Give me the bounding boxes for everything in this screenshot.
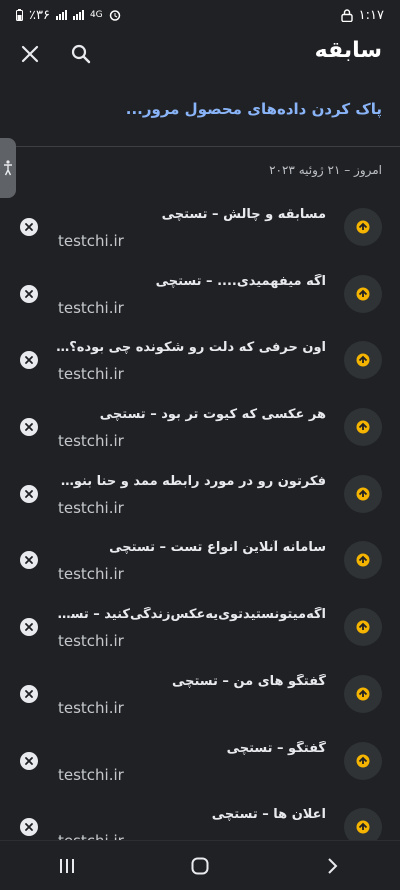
- signal-icon-2: [72, 10, 84, 20]
- history-item[interactable]: اون حرفی که دلت رو شکونده چی بوده؟ – ت..…: [0, 323, 400, 390]
- testchi-logo-icon: [356, 353, 370, 367]
- accessibility-icon: [4, 160, 12, 176]
- battery-icon: [16, 9, 23, 21]
- search-button[interactable]: [61, 34, 101, 74]
- site-favicon: [344, 674, 382, 713]
- chevron-right-icon: [328, 857, 338, 874]
- testchi-logo-icon: [356, 553, 370, 567]
- history-item[interactable]: هر عکسی که کیوت تر بود – تستچی testchi.ir: [0, 390, 400, 457]
- system-nav-bar: [0, 840, 400, 890]
- history-item-title: سامانه آنلاین انواع تست – تستچی: [109, 540, 326, 556]
- history-item[interactable]: سامانه آنلاین انواع تست – تستچی testchi.i…: [0, 523, 400, 590]
- close-button[interactable]: [10, 34, 50, 74]
- remove-item-button[interactable]: [20, 218, 38, 236]
- history-item-url: testchi.ir: [58, 298, 124, 317]
- history-item-title: هر عکسی که کیوت تر بود – تستچی: [99, 407, 326, 423]
- status-right: ۱:۱۷: [340, 7, 384, 23]
- divider: [0, 146, 400, 147]
- page-title: سابقه: [314, 38, 382, 63]
- history-item-title: فکرتون رو در مورد رابطه ممد و حنا بنویسی…: [56, 473, 326, 489]
- history-item-url: testchi.ir: [58, 232, 124, 250]
- lock-icon: [340, 8, 353, 22]
- history-item-title: مسابقه و چالش – تستچی: [161, 207, 326, 222]
- history-item[interactable]: گفتگو – تستچی testchi.ir: [0, 724, 400, 791]
- home-icon: [191, 857, 209, 874]
- testchi-logo-icon: [356, 287, 370, 301]
- history-item[interactable]: گفتگو های من – تستچی testchi.ir: [0, 657, 400, 724]
- remove-item-button[interactable]: [20, 551, 38, 570]
- remove-item-button[interactable]: [20, 618, 38, 637]
- history-item[interactable]: مسابقه و چالش – تستچی testchi.ir: [0, 190, 400, 257]
- site-favicon: [344, 208, 382, 246]
- close-icon: [25, 356, 33, 365]
- site-favicon: [344, 474, 382, 513]
- close-icon: [25, 423, 33, 431]
- back-button[interactable]: [303, 846, 363, 886]
- history-item-url: testchi.ir: [58, 698, 124, 717]
- top-app-bar: سابقه: [0, 30, 400, 78]
- remove-item-button[interactable]: [20, 418, 38, 437]
- testchi-logo-icon: [356, 820, 370, 834]
- remove-item-button[interactable]: [20, 351, 38, 370]
- close-icon: [25, 489, 33, 498]
- history-list: مسابقه و چالش – تستچی testchi.ir اگه میفهم…: [0, 190, 400, 857]
- battery-percent: ٪۳۶: [29, 7, 50, 23]
- recents-button[interactable]: [37, 846, 97, 886]
- testchi-logo-icon: [356, 687, 370, 701]
- history-item-url: testchi.ir: [58, 365, 124, 384]
- testchi-logo-icon: [356, 420, 370, 434]
- date-header: امروز – ۲۱ ژوئیه ۲۰۲۳: [269, 163, 382, 177]
- history-item[interactable]: فکرتون رو در مورد رابطه ممد و حنا بنویسی…: [0, 457, 400, 524]
- close-icon: [25, 223, 33, 231]
- home-button[interactable]: [170, 846, 230, 886]
- history-item-url: testchi.ir: [58, 765, 124, 784]
- testchi-logo-icon: [356, 754, 370, 767]
- alarm-icon: [109, 10, 120, 21]
- network-type: 4G: [89, 10, 103, 20]
- signal-icon: [55, 10, 67, 20]
- site-favicon: [344, 608, 382, 647]
- history-item[interactable]: اگه‌میتونستیدتوی‌یه‌عکس‌زندگی‌کنید – تست…: [0, 590, 400, 657]
- search-icon: [71, 44, 91, 64]
- history-item-title: اون حرفی که دلت رو شکونده چی بوده؟ – ت..…: [56, 340, 326, 356]
- site-favicon: [344, 408, 382, 447]
- history-item-url: testchi.ir: [58, 632, 124, 651]
- remove-item-button[interactable]: [20, 484, 38, 503]
- history-item-title: اعلان ها – تستچی: [211, 807, 326, 823]
- testchi-logo-icon: [356, 487, 370, 501]
- status-left: ٪۳۶ 4G: [16, 8, 121, 23]
- testchi-logo-icon: [356, 220, 370, 234]
- close-icon: [25, 556, 33, 565]
- site-favicon: [344, 541, 382, 580]
- history-item-title: گفتگو های من – تستچی: [171, 673, 326, 689]
- close-icon: [25, 823, 33, 832]
- testchi-logo-icon: [356, 620, 370, 634]
- clear-browsing-data-link[interactable]: پاک کردن داده‌های محصول مرور...: [126, 100, 382, 118]
- close-icon: [25, 756, 33, 765]
- remove-item-button[interactable]: [20, 818, 38, 837]
- remove-item-button[interactable]: [20, 751, 38, 770]
- recents-icon: [59, 858, 74, 873]
- remove-item-button[interactable]: [20, 684, 38, 703]
- close-icon: [21, 45, 39, 63]
- history-item-title: اگه میفهمیدی.... – تستچی: [155, 273, 326, 289]
- remove-item-button[interactable]: [20, 284, 38, 303]
- history-item-title: اگه‌میتونستیدتوی‌یه‌عکس‌زندگی‌کنید – تست…: [56, 607, 326, 623]
- close-icon: [25, 289, 33, 298]
- site-favicon: [344, 741, 382, 780]
- clock: ۱:۱۷: [358, 7, 384, 23]
- history-item[interactable]: اگه میفهمیدی.... – تستچی testchi.ir: [0, 257, 400, 324]
- accessibility-tab[interactable]: [0, 138, 16, 198]
- close-icon: [25, 623, 33, 632]
- history-item-title: گفتگو – تستچی: [226, 740, 326, 756]
- site-favicon: [344, 274, 382, 313]
- site-favicon: [344, 341, 382, 380]
- close-icon: [25, 689, 33, 698]
- history-item-url: testchi.ir: [58, 498, 124, 517]
- history-item-url: testchi.ir: [58, 432, 124, 451]
- status-bar: ٪۳۶ 4G ۱:۱۷: [0, 0, 400, 30]
- history-item-url: testchi.ir: [58, 565, 124, 584]
